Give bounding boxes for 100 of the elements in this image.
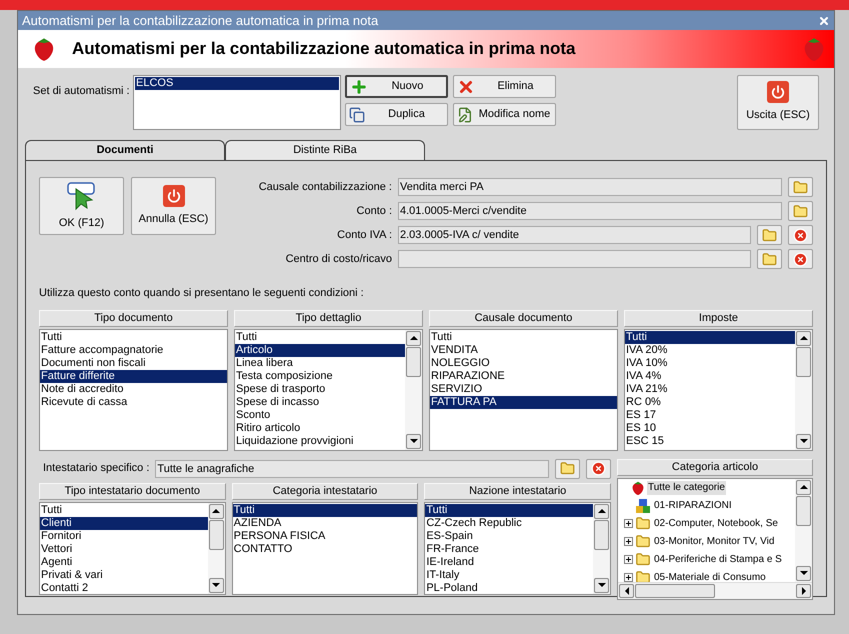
list-item[interactable]: Spese di trasporto (235, 382, 405, 396)
list-item[interactable]: Contatti 2 (40, 582, 208, 594)
scrollbar-thumb[interactable] (208, 520, 224, 550)
list-item[interactable]: FATTURA PA (430, 396, 617, 408)
list-item[interactable]: Ricevute di cassa (40, 396, 227, 408)
list-item[interactable]: ELCOS (135, 77, 339, 90)
tree-item[interactable]: Tutte le categorie (647, 480, 726, 494)
list-item[interactable]: Sconto (235, 408, 405, 422)
expand-toggle[interactable] (624, 519, 633, 528)
list-item[interactable]: Ritiro articolo (235, 422, 405, 434)
list-item[interactable]: Linea libera (235, 356, 405, 370)
scrollbar-track[interactable] (208, 502, 225, 594)
list-item[interactable]: CZ-Czech Republic (425, 516, 594, 530)
tree-item[interactable]: 05-Materiale di Consumo (653, 570, 767, 582)
scroll-down-button[interactable] (796, 566, 811, 580)
scroll-right-button[interactable] (796, 584, 811, 598)
text-field[interactable] (398, 250, 751, 268)
action-button[interactable]: OK (F12) (39, 177, 124, 235)
list-item[interactable]: IT-Italy (425, 568, 594, 582)
list-item[interactable]: SERVIZIO (430, 382, 617, 396)
scroll-up-button[interactable] (796, 330, 811, 346)
browse-button[interactable] (788, 177, 813, 197)
list-item[interactable]: Fornitori (40, 530, 208, 542)
browse-button[interactable] (757, 225, 782, 245)
scroll-up-button[interactable] (796, 480, 811, 494)
expand-toggle[interactable] (624, 573, 633, 582)
list-item[interactable]: Tutti (235, 330, 405, 344)
list-item[interactable]: Agenti (40, 556, 208, 568)
scrollbar-thumb[interactable] (796, 346, 811, 376)
list-item[interactable]: ES 17 (625, 408, 795, 422)
scroll-down-button[interactable] (208, 578, 224, 592)
list-item[interactable]: ESC 15 (625, 434, 795, 448)
list-item[interactable]: CONTATTO (232, 542, 418, 556)
list-item[interactable]: Tutti (430, 330, 617, 344)
scrollbar-thumb[interactable] (406, 346, 421, 376)
browse-button[interactable] (757, 249, 782, 269)
list-item[interactable]: IVA 4% (625, 370, 795, 382)
tab[interactable]: Documenti (25, 140, 225, 160)
clear-button[interactable] (788, 225, 813, 245)
tree-item[interactable]: 01-RIPARAZIONI (653, 498, 733, 512)
text-field[interactable]: 4.01.0005-Merci c/vendite (398, 202, 782, 220)
list-item[interactable]: Clienti (40, 516, 208, 530)
tab[interactable]: Distinte RiBa (225, 140, 425, 160)
list-item[interactable]: Fatture differite (40, 370, 227, 382)
tree-item[interactable]: 02-Computer, Notebook, Se (653, 516, 779, 530)
list-item[interactable]: VENDITA (430, 344, 617, 356)
list-item[interactable]: Liquidazione provvigioni (235, 434, 405, 448)
list-item[interactable]: Documenti non fiscali (40, 356, 227, 370)
list-item[interactable]: RIPARAZIONE (430, 370, 617, 382)
scrollbar-thumb[interactable] (594, 520, 610, 550)
list-item[interactable]: IVA 20% (625, 344, 795, 356)
text-field[interactable]: 2.03.0005-IVA c/ vendite (398, 226, 751, 244)
scrollbar-thumb[interactable] (796, 496, 811, 526)
toolbar-button[interactable]: Elimina (453, 75, 556, 98)
list-item[interactable]: Tutti (40, 504, 208, 516)
action-button[interactable]: Annulla (ESC) (131, 177, 216, 235)
list-item[interactable]: IVA 10% (625, 356, 795, 370)
list-item[interactable]: RC 0% (625, 396, 795, 408)
list-item[interactable]: AZIENDA (232, 516, 418, 530)
scroll-up-button[interactable] (594, 504, 610, 518)
browse-button[interactable] (555, 458, 580, 478)
scrollbar-track[interactable] (795, 478, 812, 582)
expand-toggle[interactable] (624, 537, 633, 546)
text-field[interactable]: Vendita merci PA (398, 178, 782, 196)
list-item[interactable]: PL-Poland (425, 582, 594, 594)
list-item[interactable]: PERSONA FISICA (232, 530, 418, 542)
expand-toggle[interactable] (624, 555, 633, 564)
list-item[interactable]: Privati & vari (40, 568, 208, 582)
scroll-down-button[interactable] (594, 578, 610, 592)
clear-button[interactable] (586, 458, 611, 478)
list-item[interactable]: NOLEGGIO (430, 356, 617, 370)
scroll-down-button[interactable] (406, 434, 421, 448)
list-item[interactable]: Vettori (40, 542, 208, 556)
list-item[interactable]: ES-Spain (425, 530, 594, 542)
horizontal-scrollbar[interactable] (618, 582, 812, 598)
list-item[interactable]: Tutti (425, 504, 594, 516)
scroll-down-button[interactable] (796, 434, 811, 448)
list-item[interactable]: IVA 21% (625, 382, 795, 396)
tree-item[interactable]: 03-Monitor, Monitor TV, Vid (653, 534, 776, 548)
scroll-up-button[interactable] (406, 330, 421, 346)
exit-button[interactable]: Uscita (ESC) (737, 75, 819, 130)
list-item[interactable]: IE-Ireland (425, 556, 594, 568)
browse-button[interactable] (788, 201, 813, 221)
close-button[interactable] (818, 14, 830, 26)
scroll-up-button[interactable] (208, 504, 224, 518)
text-field[interactable]: Tutte le anagrafiche (155, 460, 549, 478)
list-item[interactable]: Articolo (235, 344, 405, 356)
list-item[interactable]: FR-France (425, 542, 594, 556)
list-item[interactable]: Tutti (232, 504, 418, 516)
scrollbar-track[interactable] (405, 330, 422, 450)
toolbar-button[interactable]: Modifica nome (453, 103, 556, 126)
list-item[interactable]: ES 10 (625, 422, 795, 434)
tree-item[interactable]: 04-Periferiche di Stampa e S (653, 552, 783, 566)
scrollbar-thumb[interactable] (635, 584, 715, 598)
scrollbar-track[interactable] (795, 330, 812, 450)
scroll-left-button[interactable] (619, 584, 634, 598)
list-item[interactable]: Tutti (40, 330, 227, 344)
clear-button[interactable] (788, 249, 813, 269)
toolbar-button[interactable]: Nuovo (345, 75, 448, 98)
list-item[interactable]: Tutti (625, 330, 795, 344)
